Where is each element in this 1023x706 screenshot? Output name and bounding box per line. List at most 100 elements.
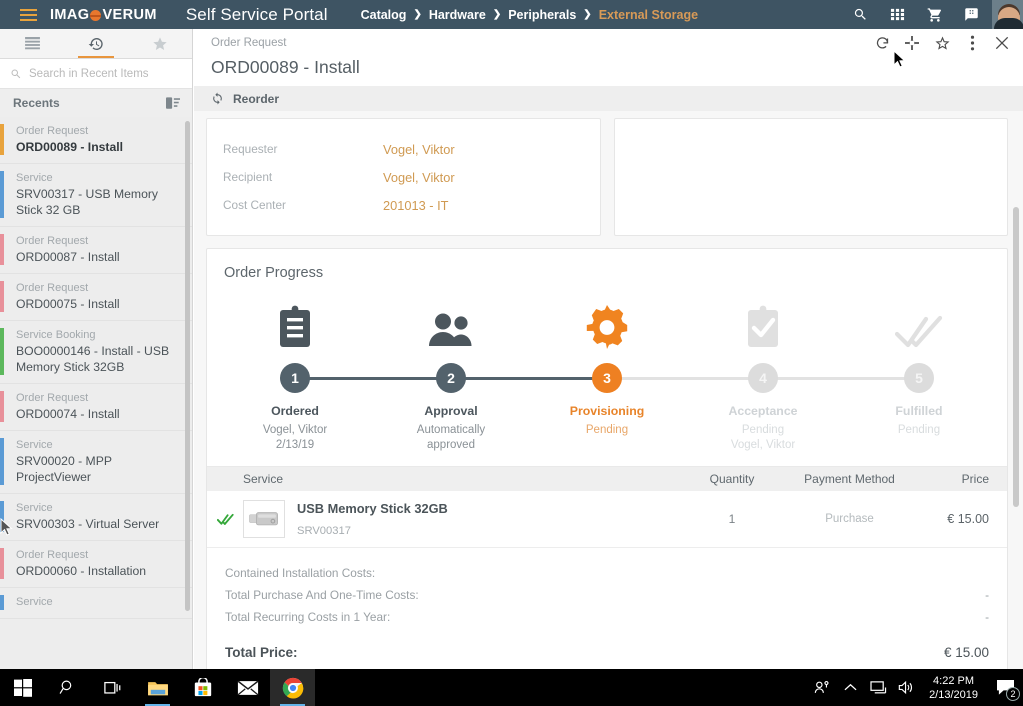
- people-share-icon[interactable]: [808, 669, 836, 706]
- list-item-color-bar: [0, 124, 4, 155]
- progress-step-ordered[interactable]: 1 Ordered Vogel, Viktor 2/13/19: [217, 299, 439, 452]
- grand-total-label: Total Price:: [225, 644, 298, 660]
- search-icon[interactable]: [842, 0, 879, 29]
- top-header-bar: IMAG VERUM Self Service Portal Catalog ❯…: [0, 0, 1023, 29]
- table-header-quantity: Quantity: [709, 472, 755, 486]
- table-row[interactable]: USB Memory Stick 32GB SRV00317 1 Purchas…: [207, 491, 1007, 548]
- total-line-recurring: Total Recurring Costs in 1 Year: -: [225, 606, 989, 628]
- progress-step-number: 2: [436, 363, 466, 393]
- microsoft-store-icon[interactable]: [180, 669, 225, 706]
- detail-scrollbar[interactable]: [1013, 207, 1019, 507]
- progress-connector: [307, 377, 439, 380]
- notification-center-icon[interactable]: 2: [987, 669, 1023, 706]
- gear-icon: [585, 299, 629, 349]
- menu-icon[interactable]: [8, 8, 48, 21]
- clock[interactable]: 4:22 PM 2/13/2019: [920, 674, 987, 702]
- apps-grid-icon[interactable]: [879, 0, 916, 29]
- search-input[interactable]: [29, 67, 182, 80]
- brand-text-second: VERUM: [102, 6, 157, 23]
- breadcrumb-separator: ❯: [583, 9, 592, 20]
- list-item-text: Order Request ORD00074 - Install: [16, 391, 182, 422]
- info-value[interactable]: 201013 - IT: [383, 198, 448, 213]
- progress-step-fulfilled[interactable]: 5 Fulfilled Pending: [841, 299, 997, 452]
- progress-step-label: Approval: [424, 404, 478, 418]
- sidebar-section-title: Recents: [13, 96, 60, 110]
- close-icon[interactable]: [987, 29, 1017, 57]
- list-item-type: Order Request: [16, 549, 89, 561]
- breadcrumb-separator: ❯: [413, 9, 422, 20]
- chevron-up-icon[interactable]: [836, 669, 864, 706]
- sort-list-icon[interactable]: [166, 96, 180, 110]
- list-item[interactable]: Service SRV00317 - USB Memory Stick 32 GB: [0, 164, 192, 227]
- list-item[interactable]: Order Request ORD00087 - Install: [0, 227, 192, 274]
- requester-info-card: Requester Vogel, Viktor Recipient Vogel,…: [206, 118, 601, 236]
- progress-step-sub-primary: Pending: [897, 424, 941, 436]
- list-item[interactable]: Order Request ORD00075 - Install: [0, 274, 192, 321]
- service-name[interactable]: USB Memory Stick 32GB: [297, 501, 448, 516]
- search-icon: [11, 69, 21, 78]
- list-item[interactable]: Order Request ORD00089 - Install: [0, 117, 192, 164]
- clipboard-check-icon: [743, 299, 783, 349]
- list-item-color-bar: [0, 234, 4, 265]
- list-item[interactable]: Service SRV00020 - MPP ProjectViewer: [0, 431, 192, 494]
- chrome-icon[interactable]: [270, 669, 315, 706]
- sidebar-tab-history[interactable]: [64, 29, 128, 58]
- info-value[interactable]: Vogel, Viktor: [383, 170, 455, 185]
- double-check-icon: [895, 299, 943, 349]
- avatar[interactable]: [992, 0, 1023, 29]
- file-explorer-icon[interactable]: [135, 669, 180, 706]
- breadcrumb-item-peripherals[interactable]: Peripherals: [508, 8, 576, 22]
- windows-start-icon[interactable]: [0, 669, 45, 706]
- list-item[interactable]: Service SRV00303 - Virtual Server: [0, 494, 192, 541]
- grand-total-value: € 15.00: [943, 644, 989, 660]
- list-item-color-bar: [0, 171, 4, 218]
- list-item-name: ORD00087 - Install: [16, 250, 120, 264]
- task-view-icon[interactable]: [90, 669, 135, 706]
- progress-step-number: 3: [592, 363, 622, 393]
- sidebar-search[interactable]: [0, 59, 192, 89]
- secondary-info-card: [614, 118, 1008, 236]
- chat-icon[interactable]: [953, 0, 990, 29]
- shopping-cart-icon[interactable]: [916, 0, 953, 29]
- sidebar-scrollbar[interactable]: [185, 121, 190, 611]
- info-value[interactable]: Vogel, Viktor: [383, 142, 455, 157]
- list-item[interactable]: Order Request ORD00074 - Install: [0, 384, 192, 431]
- progress-step-number: 5: [904, 363, 934, 393]
- volume-icon[interactable]: [892, 669, 920, 706]
- list-item[interactable]: Service Booking BOO0000146 - Install - US…: [0, 321, 192, 384]
- portal-title: Self Service Portal: [185, 4, 328, 24]
- star-icon[interactable]: [927, 29, 957, 57]
- list-item-name: BOO0000146 - Install - USB Memory Stick …: [16, 344, 170, 374]
- total-label: Total Recurring Costs in 1 Year:: [225, 610, 391, 624]
- breadcrumb-item-hardware[interactable]: Hardware: [429, 8, 486, 22]
- list-item-name: SRV00303 - Virtual Server: [16, 517, 160, 531]
- mail-icon[interactable]: [225, 669, 270, 706]
- network-icon[interactable]: [864, 669, 892, 706]
- detail-panel: Order Request ORD00089 - Install Reorder…: [194, 29, 1023, 698]
- order-progress-card: Order Progress 1 Ordered Vogel, Viktor 2/13…: [206, 248, 1008, 671]
- sidebar-tab-list[interactable]: [0, 29, 64, 58]
- taskbar-time: 4:22 PM: [933, 674, 975, 687]
- reorder-button[interactable]: Reorder: [194, 86, 1023, 111]
- green-double-check-icon: [207, 513, 243, 526]
- progress-step-acceptance[interactable]: 4 Acceptance Pending Vogel, Viktor: [685, 299, 907, 452]
- notification-badge: 2: [1006, 687, 1020, 701]
- total-value: -: [985, 610, 989, 624]
- list-item-name: ORD00075 - Install: [16, 297, 120, 311]
- progress-step-provisioning[interactable]: 3 Provisioning Pending: [529, 299, 751, 452]
- list-item-type: Order Request: [16, 235, 89, 247]
- info-label: Requester: [223, 142, 278, 156]
- sidebar-tab-favorites[interactable]: [128, 29, 192, 58]
- breadcrumb-item-catalog[interactable]: Catalog: [361, 8, 407, 22]
- windows-taskbar: 4:22 PM 2/13/2019 2: [0, 669, 1023, 706]
- sidebar-recents-list[interactable]: Order Request ORD00089 - Install Service SR…: [0, 117, 192, 666]
- list-item-text: Service SRV00020 - MPP ProjectViewer: [16, 438, 182, 485]
- list-item[interactable]: Order Request ORD00060 - Installation: [0, 541, 192, 588]
- list-item[interactable]: Service: [0, 588, 192, 619]
- more-vertical-icon[interactable]: [957, 29, 987, 57]
- progress-step-approval[interactable]: 2 Approval Automatically approved: [373, 299, 595, 452]
- table-header-price: Price: [961, 472, 989, 486]
- search-icon[interactable]: [45, 669, 90, 706]
- breadcrumb-item-external-storage[interactable]: External Storage: [599, 8, 698, 22]
- brand-logo[interactable]: IMAG VERUM: [50, 7, 157, 23]
